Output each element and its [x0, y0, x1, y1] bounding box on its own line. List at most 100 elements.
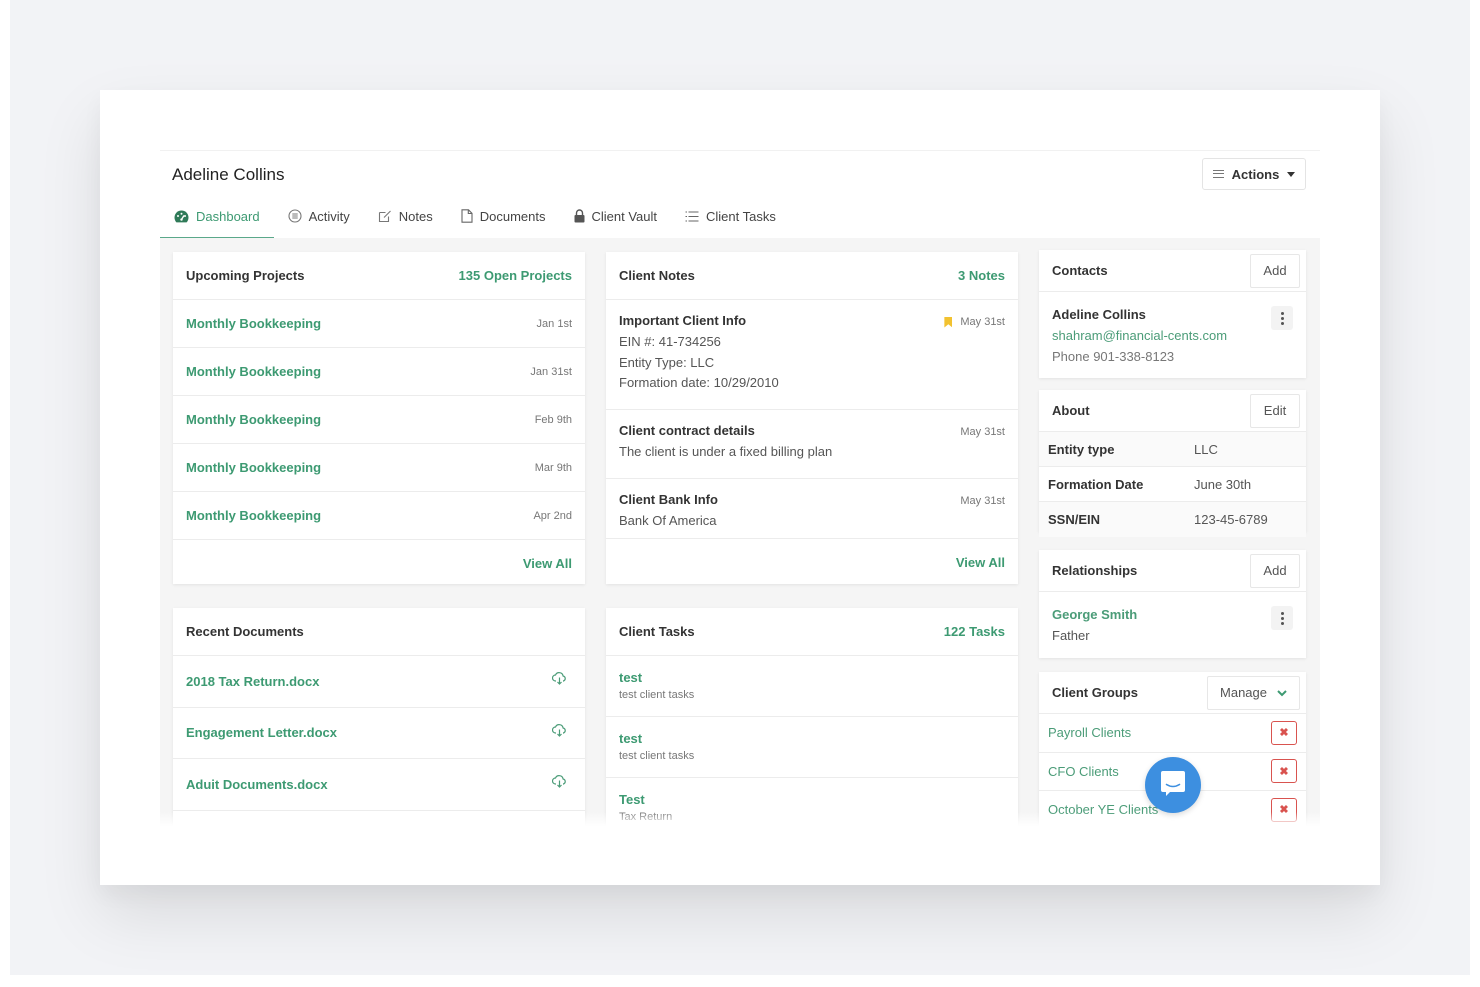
task-title[interactable]: Test	[619, 792, 1005, 807]
project-row[interactable]: Monthly Bookkeeping Apr 2nd	[173, 492, 585, 540]
group-name[interactable]: Payroll Clients	[1048, 725, 1131, 740]
client-notes-card: Client Notes 3 Notes Important Client In…	[606, 252, 1018, 584]
about-row: SSN/EIN 123-45-6789	[1039, 502, 1306, 537]
contacts-card: Contacts Add Adeline Collins shahram@fin…	[1039, 250, 1306, 378]
project-name[interactable]: Monthly Bookkeeping	[186, 316, 321, 331]
document-name[interactable]: 2018 Tax Return.docx	[186, 674, 319, 689]
card-title: Contacts	[1052, 263, 1108, 278]
task-row[interactable]: test test client tasks	[606, 656, 1018, 717]
document-row: Engagement Letter.docx	[173, 708, 585, 759]
tasks-count-link[interactable]: 122 Tasks	[944, 624, 1005, 639]
project-date: Jan 31st	[530, 365, 572, 378]
notes-count-link[interactable]: 3 Notes	[958, 268, 1005, 283]
group-name[interactable]: CFO Clients	[1048, 764, 1119, 779]
header-divider	[160, 150, 1320, 151]
cloud-download-icon[interactable]	[551, 672, 567, 690]
project-name[interactable]: Monthly Bookkeeping	[186, 412, 321, 427]
about-label: Formation Date	[1048, 476, 1144, 492]
lock-icon	[574, 209, 585, 223]
document-row: 2018 Tax Return.docx	[173, 656, 585, 708]
contact-item: Adeline Collins shahram@financial-cents.…	[1039, 292, 1306, 364]
about-table: Entity type LLC Formation Date June 30th…	[1039, 432, 1306, 537]
project-row[interactable]: Monthly Bookkeeping Feb 9th	[173, 396, 585, 444]
about-row: Entity type LLC	[1039, 432, 1306, 467]
add-relationship-button[interactable]: Add	[1250, 553, 1300, 588]
remove-group-button[interactable]: ✖	[1271, 720, 1297, 745]
task-subtitle: test client tasks	[619, 750, 695, 762]
contact-name: Adeline Collins	[1052, 307, 1146, 322]
relationship-name[interactable]: George Smith	[1052, 607, 1293, 622]
card-title: Client Groups	[1052, 685, 1138, 700]
view-all-projects-link[interactable]: View All	[523, 556, 572, 571]
recent-documents-card: Recent Documents 2018 Tax Return.docx En…	[173, 608, 585, 826]
note-item[interactable]: Client contract details The client is un…	[606, 410, 1018, 479]
project-date: Jan 1st	[536, 317, 572, 330]
task-title[interactable]: test	[619, 670, 1005, 685]
add-contact-button[interactable]: Add	[1250, 253, 1300, 288]
tab-label: Notes	[398, 208, 433, 224]
note-date: May 31st	[960, 495, 1005, 507]
note-line: Formation date: 10/29/2010	[619, 375, 779, 390]
chat-icon	[1158, 768, 1188, 803]
project-name[interactable]: Monthly Bookkeeping	[186, 364, 321, 379]
remove-group-button[interactable]: ✖	[1271, 759, 1297, 784]
tab-dashboard[interactable]: Dashboard	[160, 194, 274, 239]
cloud-download-icon[interactable]	[551, 723, 567, 742]
about-row: Formation Date June 30th	[1039, 467, 1306, 502]
project-row[interactable]: Monthly Bookkeeping Jan 1st	[173, 300, 585, 348]
note-line: Bank Of America	[619, 513, 717, 528]
about-label: Entity type	[1048, 441, 1115, 457]
content-fade	[160, 812, 1320, 826]
tab-label: Activity	[308, 208, 350, 224]
task-list-icon	[685, 210, 699, 222]
edit-about-button[interactable]: Edit	[1250, 393, 1300, 428]
card-title: Recent Documents	[186, 624, 304, 639]
tab-documents[interactable]: Documents	[447, 194, 560, 238]
notes-edit-icon	[378, 209, 392, 223]
manage-label: Manage	[1220, 685, 1267, 700]
tab-activity[interactable]: Activity	[274, 194, 364, 238]
card-footer: View All	[173, 540, 585, 586]
tab-client-vault[interactable]: Client Vault	[560, 194, 672, 238]
note-meta: May 31st	[944, 316, 1005, 328]
card-header: About Edit	[1039, 390, 1306, 432]
note-line: EIN #: 41-734256	[619, 334, 721, 349]
relationship-menu-icon[interactable]	[1271, 606, 1293, 630]
client-name-title: Adeline Collins	[172, 165, 285, 184]
contact-menu-icon[interactable]	[1271, 306, 1293, 330]
chat-widget-button[interactable]	[1145, 757, 1201, 813]
view-all-notes-link[interactable]: View All	[956, 555, 1005, 570]
manage-groups-dropdown[interactable]: Manage	[1207, 675, 1300, 710]
client-tasks-card: Client Tasks 122 Tasks test test client …	[606, 608, 1018, 826]
open-projects-link[interactable]: 135 Open Projects	[459, 268, 572, 283]
task-row[interactable]: test test client tasks	[606, 717, 1018, 778]
task-title[interactable]: test	[619, 731, 1005, 746]
document-name[interactable]: Aduit Documents.docx	[186, 777, 328, 792]
group-row: Payroll Clients ✖	[1039, 714, 1306, 753]
project-row[interactable]: Monthly Bookkeeping Mar 9th	[173, 444, 585, 492]
about-value: LLC	[1194, 441, 1218, 457]
card-title: About	[1052, 403, 1090, 418]
note-date: May 31st	[960, 316, 1005, 328]
tab-client-tasks[interactable]: Client Tasks	[671, 194, 790, 238]
bookmark-icon[interactable]	[944, 316, 953, 328]
document-name[interactable]: Engagement Letter.docx	[186, 725, 337, 740]
about-label: SSN/EIN	[1048, 512, 1101, 527]
relationship-item: George Smith Father	[1039, 592, 1306, 643]
note-item[interactable]: Important Client Info EIN #: 41-734256 E…	[606, 300, 1018, 410]
project-date: Apr 2nd	[533, 509, 572, 522]
note-item[interactable]: Client Bank Info Bank Of America May 31s…	[606, 479, 1018, 539]
project-row[interactable]: Monthly Bookkeeping Jan 31st	[173, 348, 585, 396]
task-subtitle: test client tasks	[619, 689, 695, 701]
tab-notes[interactable]: Notes	[364, 194, 447, 238]
card-title: Client Tasks	[619, 624, 695, 639]
card-header: Recent Documents	[173, 608, 585, 656]
note-meta: May 31st	[960, 495, 1005, 507]
project-name[interactable]: Monthly Bookkeeping	[186, 460, 321, 475]
actions-dropdown-button[interactable]: Actions	[1202, 158, 1306, 190]
project-name[interactable]: Monthly Bookkeeping	[186, 508, 321, 523]
card-title: Relationships	[1052, 563, 1138, 578]
cloud-download-icon[interactable]	[551, 775, 567, 793]
contact-email[interactable]: shahram@financial-cents.com	[1052, 328, 1293, 343]
card-title: Upcoming Projects	[186, 268, 305, 283]
